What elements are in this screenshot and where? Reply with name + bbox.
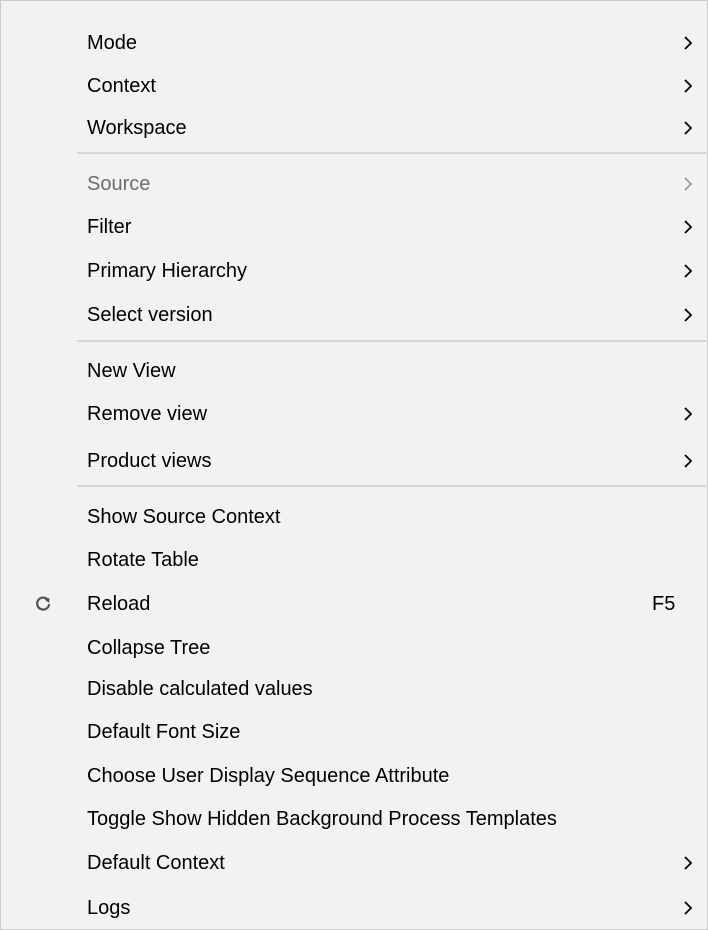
context-menu: Mode Context Workspace Source Filter Pri… [0, 0, 708, 930]
menu-item-label: Rotate Table [87, 549, 199, 571]
menu-separator [77, 485, 708, 487]
menu-item-label: Filter [87, 216, 132, 238]
menu-item-label: Collapse Tree [87, 637, 211, 659]
menu-separator [77, 152, 708, 154]
menu-item-label: Workspace [87, 117, 187, 139]
chevron-right-icon [683, 453, 693, 469]
menu-item-label: Show Source Context [87, 506, 281, 528]
menu-item-disable-calculated-values[interactable]: Disable calculated values [1, 670, 707, 708]
menu-item-primary-hierarchy[interactable]: Primary Hierarchy [1, 252, 707, 290]
chevron-right-icon [683, 307, 693, 323]
menu-item-choose-user-display-sequence-attribute[interactable]: Choose User Display Sequence Attribute [1, 757, 707, 795]
chevron-right-icon [683, 900, 693, 916]
menu-item-select-version[interactable]: Select version [1, 296, 707, 334]
chevron-right-icon [683, 78, 693, 94]
refresh-icon [33, 594, 53, 614]
chevron-right-icon [683, 406, 693, 422]
menu-item-mode[interactable]: Mode [1, 24, 707, 62]
menu-item-label: Source [87, 173, 151, 195]
menu-item-rotate-table[interactable]: Rotate Table [1, 541, 707, 579]
menu-item-label: Toggle Show Hidden Background Process Te… [87, 808, 557, 830]
menu-item-remove-view[interactable]: Remove view [1, 395, 707, 433]
menu-item-default-font-size[interactable]: Default Font Size [1, 713, 707, 751]
menu-item-new-view[interactable]: New View [1, 352, 707, 390]
menu-item-collapse-tree[interactable]: Collapse Tree [1, 629, 707, 667]
menu-item-label: Default Context [87, 852, 225, 874]
menu-item-label: Disable calculated values [87, 678, 313, 700]
menu-item-label: Logs [87, 897, 131, 919]
chevron-right-icon [683, 855, 693, 871]
menu-item-label: Default Font Size [87, 721, 241, 743]
menu-item-label: Product views [87, 450, 212, 472]
menu-separator [77, 340, 708, 342]
menu-item-label: Primary Hierarchy [87, 260, 248, 282]
menu-item-label: Remove view [87, 403, 208, 425]
menu-item-logs[interactable]: Logs [1, 889, 707, 927]
menu-item-label: Select version [87, 304, 213, 326]
chevron-right-icon [683, 263, 693, 279]
menu-item-reload[interactable]: Reload F5 [1, 585, 707, 623]
menu-item-default-context[interactable]: Default Context [1, 844, 707, 882]
menu-item-label: Choose User Display Sequence Attribute [87, 765, 450, 787]
chevron-right-icon [683, 120, 693, 136]
menu-item-source: Source [1, 165, 707, 203]
menu-item-toggle-show-hidden-background-process-templates[interactable]: Toggle Show Hidden Background Process Te… [1, 800, 707, 838]
menu-item-label: Reload [87, 593, 151, 615]
menu-item-filter[interactable]: Filter [1, 208, 707, 246]
menu-item-label: Context [87, 75, 156, 97]
chevron-right-icon [683, 219, 693, 235]
chevron-right-icon [683, 35, 693, 51]
shortcut-label: F5 [652, 593, 676, 615]
menu-item-label: Mode [87, 32, 138, 54]
menu-item-label: New View [87, 360, 176, 382]
menu-item-product-views[interactable]: Product views [1, 442, 707, 480]
menu-item-workspace[interactable]: Workspace [1, 109, 707, 147]
menu-item-context[interactable]: Context [1, 67, 707, 105]
menu-item-show-source-context[interactable]: Show Source Context [1, 498, 707, 536]
chevron-right-icon [683, 176, 693, 192]
